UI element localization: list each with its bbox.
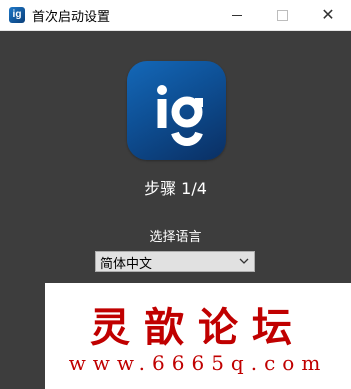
minimize-icon bbox=[232, 14, 242, 16]
maximize-button[interactable] bbox=[259, 0, 305, 30]
minimize-button[interactable] bbox=[214, 0, 260, 30]
step-indicator: 步骤 1/4 bbox=[144, 179, 207, 198]
language-dropdown[interactable]: 简体中文 bbox=[95, 251, 255, 272]
app-logo bbox=[127, 61, 226, 160]
maximize-icon bbox=[276, 9, 288, 21]
app-icon: ig bbox=[9, 7, 25, 23]
window-title: 首次启动设置 bbox=[32, 10, 111, 25]
chevron-down-icon bbox=[239, 258, 249, 264]
language-selected-value: 简体中文 bbox=[100, 257, 153, 272]
close-button[interactable]: ✕ bbox=[305, 0, 351, 30]
watermark-url: www.6665q.com bbox=[68, 351, 328, 375]
watermark-overlay: 灵歆论坛 www.6665q.com bbox=[45, 283, 351, 389]
title-bar[interactable]: ig 首次启动设置 ✕ bbox=[0, 0, 351, 31]
watermark-title: 灵歆论坛 bbox=[90, 304, 306, 351]
setup-window: ig 首次启动设置 ✕ 步骤 1/4 选择语言 简体中文 灵歆论坛 www.66… bbox=[0, 0, 351, 389]
close-icon: ✕ bbox=[321, 5, 335, 24]
language-label: 选择语言 bbox=[149, 230, 202, 245]
ig-logo-icon bbox=[157, 85, 203, 146]
